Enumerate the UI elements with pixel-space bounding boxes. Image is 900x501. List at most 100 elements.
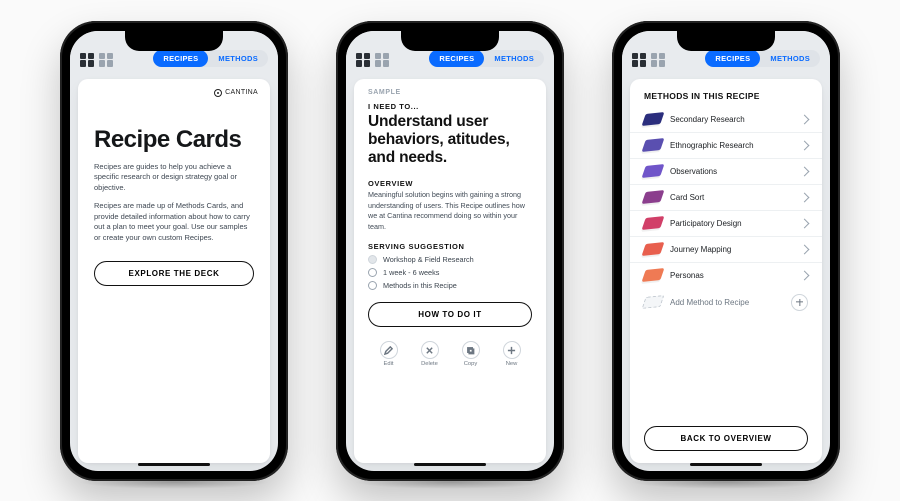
method-label: Participatory Design <box>670 219 742 228</box>
card-view-icon[interactable] <box>80 53 94 67</box>
method-label: Secondary Research <box>670 115 745 124</box>
method-tile-icon <box>642 216 665 230</box>
method-tile-icon <box>642 138 665 152</box>
method-row[interactable]: Ethnographic Research <box>630 132 822 158</box>
grid-view-icon[interactable] <box>99 53 113 67</box>
serving-row: 1 week - 6 weeks <box>354 266 546 279</box>
chevron-right-icon <box>800 192 810 202</box>
duration-icon <box>368 268 377 277</box>
tool-label: Copy <box>464 361 478 367</box>
plus-icon <box>507 346 516 355</box>
screen: RECIPES METHODS CANTINA Recipe Cards Rec… <box>70 31 278 471</box>
method-tile-icon <box>642 164 665 178</box>
recipe-card: SAMPLE I NEED TO... Understand user beha… <box>354 79 546 463</box>
chevron-right-icon <box>800 140 810 150</box>
screen: RECIPES METHODS METHODS IN THIS RECIPE S… <box>622 31 830 471</box>
page-title: Recipe Cards <box>78 97 270 160</box>
serving-item-label: Workshop & Field Research <box>383 255 474 264</box>
back-to-overview-button[interactable]: BACK TO OVERVIEW <box>644 426 808 451</box>
overview-heading: OVERVIEW <box>354 175 546 190</box>
add-method-row[interactable]: Add Method to Recipe <box>630 288 822 315</box>
home-indicator[interactable] <box>690 463 762 466</box>
brand-row: CANTINA <box>78 79 270 97</box>
home-indicator[interactable] <box>414 463 486 466</box>
sample-eyebrow: SAMPLE <box>354 79 546 96</box>
intro-card: CANTINA Recipe Cards Recipes are guides … <box>78 79 270 463</box>
overview-text: Meaningful solution begins with gaining … <box>354 190 546 238</box>
phone-mockup-methods-list: RECIPES METHODS METHODS IN THIS RECIPE S… <box>612 21 840 481</box>
tool-label: Delete <box>421 361 438 367</box>
nav-segmented: RECIPES METHODS <box>429 50 544 67</box>
empty-tile-icon <box>642 295 665 309</box>
serving-row: Methods in this Recipe <box>354 279 546 292</box>
method-label: Ethnographic Research <box>670 141 754 150</box>
methods-count-icon <box>368 281 377 290</box>
method-row[interactable]: Journey Mapping <box>630 236 822 262</box>
brand-name: CANTINA <box>225 89 258 97</box>
add-method-label: Add Method to Recipe <box>670 298 749 307</box>
method-row[interactable]: Personas <box>630 262 822 288</box>
grid-view-icon[interactable] <box>375 53 389 67</box>
method-tile-icon <box>642 190 665 204</box>
method-row[interactable]: Card Sort <box>630 184 822 210</box>
device-notch <box>125 31 223 51</box>
plus-icon <box>791 294 808 311</box>
method-tile-icon <box>642 242 665 256</box>
tab-methods[interactable]: METHODS <box>208 50 268 67</box>
tab-recipes[interactable]: RECIPES <box>705 50 760 67</box>
chevron-right-icon <box>800 270 810 280</box>
recipe-headline: Understand user behaviors, atitudes, and… <box>354 111 546 176</box>
cantina-logo-icon <box>214 89 222 97</box>
chevron-right-icon <box>800 218 810 228</box>
card-view-icon[interactable] <box>632 53 646 67</box>
tab-methods[interactable]: METHODS <box>760 50 820 67</box>
phone-mockup-recipe-detail: RECIPES METHODS SAMPLE I NEED TO... Unde… <box>336 21 564 481</box>
how-to-do-it-button[interactable]: HOW TO DO IT <box>368 302 532 327</box>
need-label: I NEED TO... <box>354 96 546 111</box>
serving-row: Workshop & Field Research <box>354 253 546 266</box>
method-row[interactable]: Observations <box>630 158 822 184</box>
serving-item-label: 1 week - 6 weeks <box>383 268 439 277</box>
home-indicator[interactable] <box>138 463 210 466</box>
intro-paragraph-2: Recipes are made up of Methods Cards, an… <box>78 199 270 249</box>
tab-recipes[interactable]: RECIPES <box>429 50 484 67</box>
method-label: Observations <box>670 167 717 176</box>
method-tile-icon <box>642 268 665 282</box>
edit-button[interactable]: Edit <box>380 341 398 367</box>
explore-deck-button[interactable]: EXPLORE THE DECK <box>94 261 254 286</box>
phone-mockup-intro: RECIPES METHODS CANTINA Recipe Cards Rec… <box>60 21 288 481</box>
copy-icon <box>466 346 475 355</box>
method-row[interactable]: Participatory Design <box>630 210 822 236</box>
screen: RECIPES METHODS SAMPLE I NEED TO... Unde… <box>346 31 554 471</box>
pencil-icon <box>384 346 393 355</box>
copy-button[interactable]: Copy <box>462 341 480 367</box>
method-tile-icon <box>642 112 665 126</box>
grid-view-icon[interactable] <box>651 53 665 67</box>
method-label: Journey Mapping <box>670 245 731 254</box>
tab-methods[interactable]: METHODS <box>484 50 544 67</box>
chevron-right-icon <box>800 166 810 176</box>
tool-label: Edit <box>384 361 394 367</box>
method-label: Card Sort <box>670 193 704 202</box>
nav-segmented: RECIPES METHODS <box>153 50 268 67</box>
tool-label: New <box>506 361 518 367</box>
card-toolbar: Edit Delete Copy New <box>354 333 546 377</box>
nav-segmented: RECIPES METHODS <box>705 50 820 67</box>
x-icon <box>425 346 434 355</box>
device-notch <box>677 31 775 51</box>
chevron-right-icon <box>800 244 810 254</box>
tab-recipes[interactable]: RECIPES <box>153 50 208 67</box>
methods-list: Secondary Research Ethnographic Research O… <box>630 107 822 288</box>
method-label: Personas <box>670 271 704 280</box>
serving-item-label: Methods in this Recipe <box>383 281 457 290</box>
method-row[interactable]: Secondary Research <box>630 107 822 132</box>
intro-paragraph-1: Recipes are guides to help you achieve a… <box>78 160 270 200</box>
device-notch <box>401 31 499 51</box>
card-view-icon[interactable] <box>356 53 370 67</box>
methods-card: METHODS IN THIS RECIPE Secondary Researc… <box>630 79 822 463</box>
chevron-right-icon <box>800 114 810 124</box>
methods-heading: METHODS IN THIS RECIPE <box>630 79 822 107</box>
delete-button[interactable]: Delete <box>421 341 439 367</box>
serving-heading: SERVING SUGGESTION <box>354 238 546 253</box>
new-button[interactable]: New <box>503 341 521 367</box>
